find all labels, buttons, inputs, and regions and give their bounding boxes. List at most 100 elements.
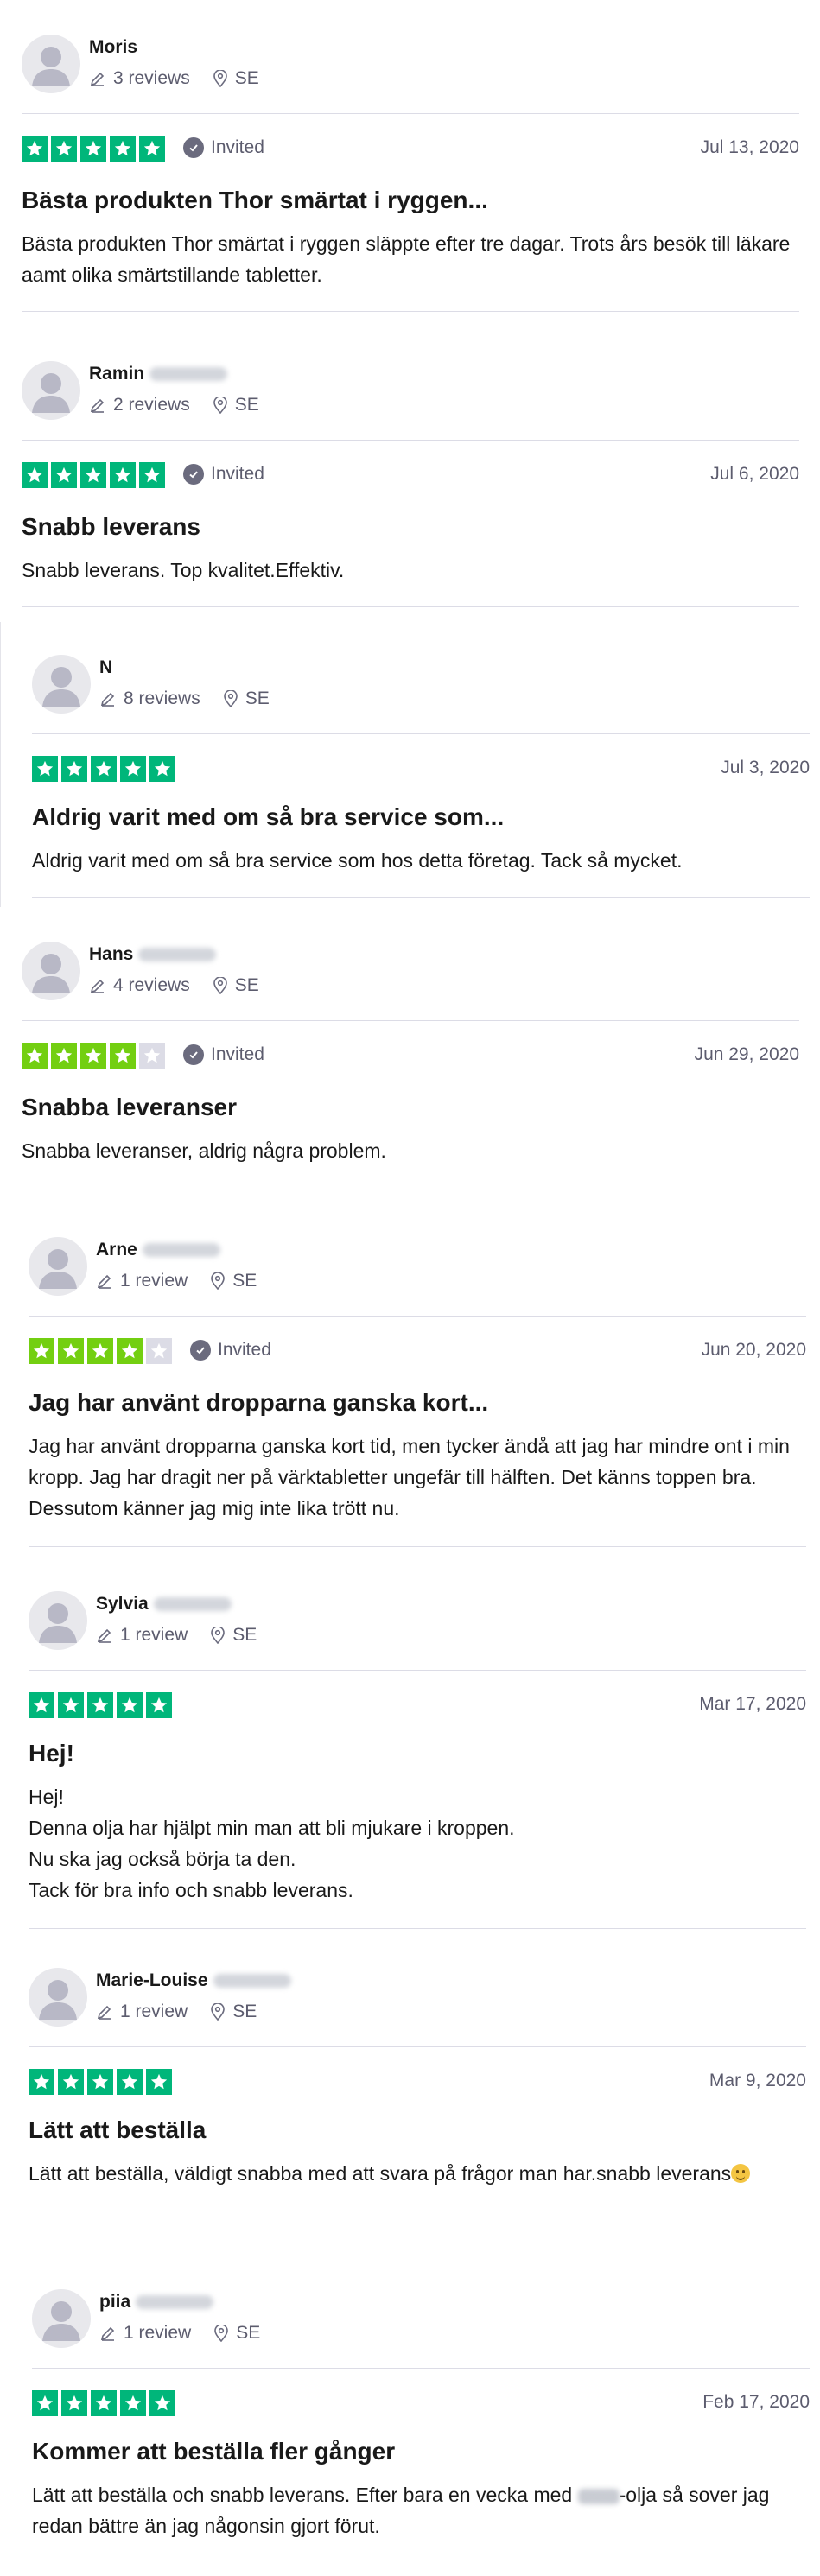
star-icon bbox=[87, 2069, 113, 2095]
blurred-surname bbox=[142, 1243, 220, 1257]
avatar bbox=[22, 361, 80, 420]
reviewer-name[interactable]: Hans bbox=[89, 944, 133, 965]
invited-badge[interactable]: Invited bbox=[190, 1340, 271, 1361]
avatar bbox=[29, 1237, 87, 1296]
country: SE bbox=[234, 395, 259, 415]
review-body: Snabba leveranser, aldrig några problem. bbox=[22, 1135, 799, 1166]
review-text: Snabba leveranser, aldrig några problem. bbox=[22, 1139, 386, 1162]
star-icon bbox=[117, 1692, 143, 1718]
star-icon bbox=[139, 136, 165, 162]
review-title[interactable]: Snabba leveranser bbox=[22, 1094, 237, 1121]
blurred-surname bbox=[213, 1974, 291, 1988]
review-count: 3 reviews bbox=[113, 68, 190, 88]
check-circle-icon bbox=[183, 137, 204, 158]
review-card: Moris 3 reviews SE Invited Jul 13, 2020 … bbox=[0, 17, 820, 312]
review-title[interactable]: Snabb leverans bbox=[22, 513, 200, 541]
invited-badge[interactable]: Invited bbox=[183, 464, 264, 485]
star-icon bbox=[51, 462, 77, 488]
star-icon bbox=[120, 2390, 146, 2416]
pencil-icon bbox=[89, 977, 106, 994]
reviewer-name[interactable]: piia bbox=[99, 2292, 130, 2313]
reviewer-name[interactable]: Moris bbox=[89, 37, 137, 58]
avatar bbox=[32, 655, 91, 714]
review-date: Jul 6, 2020 bbox=[710, 464, 799, 484]
country: SE bbox=[245, 688, 270, 708]
star-icon bbox=[91, 2390, 117, 2416]
invited-label: Invited bbox=[211, 464, 264, 484]
check-circle-icon bbox=[183, 464, 204, 485]
star-icon bbox=[149, 756, 175, 782]
review-date: Feb 17, 2020 bbox=[702, 2392, 810, 2412]
review-date: Jul 3, 2020 bbox=[721, 758, 810, 777]
avatar bbox=[22, 942, 80, 1000]
review-count: 1 review bbox=[124, 2323, 192, 2343]
smiley-emoji-icon bbox=[731, 2164, 751, 2183]
star-icon bbox=[117, 1338, 143, 1364]
star-icon bbox=[146, 2069, 172, 2095]
review-body: Lätt att beställa, väldigt snabba med at… bbox=[29, 2158, 789, 2189]
blurred-surname bbox=[136, 2295, 214, 2309]
divider bbox=[32, 733, 810, 734]
reviewer-name[interactable]: Sylvia bbox=[96, 1594, 149, 1615]
review-date: Jul 13, 2020 bbox=[700, 137, 799, 157]
review-title[interactable]: Kommer att beställa fler gånger bbox=[32, 2438, 395, 2465]
review-text-content: Lätt att beställa, väldigt snabba med at… bbox=[29, 2162, 732, 2185]
star-icon bbox=[120, 756, 146, 782]
review-date: Mar 9, 2020 bbox=[709, 2071, 806, 2091]
reviewer-name[interactable]: Arne bbox=[96, 1240, 137, 1260]
divider bbox=[29, 2046, 806, 2047]
review-text: Jag har använt dropparna ganska kort tid… bbox=[29, 1435, 790, 1520]
review-count: 8 reviews bbox=[124, 688, 200, 708]
country: SE bbox=[232, 1625, 257, 1645]
blurred-brand-name bbox=[577, 2488, 620, 2504]
star-icon bbox=[51, 1043, 77, 1069]
divider bbox=[29, 1670, 806, 1671]
star-rating bbox=[22, 1043, 165, 1069]
star-icon bbox=[80, 1043, 106, 1069]
review-title[interactable]: Jag har använt dropparna ganska kort... bbox=[29, 1389, 488, 1417]
divider bbox=[32, 2368, 810, 2369]
review-count: 1 review bbox=[120, 2002, 188, 2021]
star-icon bbox=[80, 136, 106, 162]
star-icon bbox=[149, 2390, 175, 2416]
star-icon bbox=[87, 1692, 113, 1718]
star-icon-empty bbox=[146, 1338, 172, 1364]
review-text: Aldrig varit med om så bra service som h… bbox=[32, 849, 683, 872]
location-pin-icon bbox=[210, 2003, 226, 2021]
star-icon bbox=[22, 136, 48, 162]
star-icon bbox=[117, 2069, 143, 2095]
location-pin-icon bbox=[213, 977, 228, 994]
star-rating bbox=[32, 2390, 175, 2416]
review-body: Aldrig varit med om så bra service som h… bbox=[32, 845, 810, 876]
blurred-surname bbox=[138, 948, 217, 961]
review-date: Jun 20, 2020 bbox=[701, 1340, 806, 1360]
reviewer-name[interactable]: Ramin bbox=[89, 364, 144, 384]
review-count: 1 review bbox=[120, 1271, 188, 1291]
review-title[interactable]: Lätt att beställa bbox=[29, 2116, 206, 2144]
review-text: Lätt att beställa och snabb leverans. Ef… bbox=[32, 2479, 792, 2541]
avatar bbox=[29, 1968, 87, 2027]
divider bbox=[22, 440, 799, 441]
reviewer-name[interactable]: N bbox=[99, 657, 112, 678]
country: SE bbox=[232, 1271, 257, 1291]
review-title[interactable]: Aldrig varit med om så bra service som..… bbox=[32, 803, 504, 831]
star-icon bbox=[110, 462, 136, 488]
review-count: 1 review bbox=[120, 1625, 188, 1645]
review-text-line: Nu ska jag också börja ta den. bbox=[29, 1848, 296, 1870]
review-title[interactable]: Hej! bbox=[29, 1740, 74, 1767]
star-icon bbox=[61, 2390, 87, 2416]
review-text-line: Hej! bbox=[29, 1786, 64, 1808]
review-count: 4 reviews bbox=[113, 975, 190, 995]
review-title[interactable]: Bästa produkten Thor smärtat i ryggen... bbox=[22, 187, 488, 214]
star-rating bbox=[22, 136, 165, 162]
location-pin-icon bbox=[213, 70, 228, 87]
review-date: Jun 29, 2020 bbox=[694, 1044, 799, 1064]
pencil-icon bbox=[89, 70, 106, 87]
invited-label: Invited bbox=[211, 137, 264, 157]
invited-badge[interactable]: Invited bbox=[183, 137, 264, 158]
blurred-surname bbox=[153, 1597, 232, 1611]
invited-label: Invited bbox=[211, 1044, 264, 1064]
reviewer-name[interactable]: Marie-Louise bbox=[96, 1970, 208, 1991]
pencil-icon bbox=[99, 2325, 117, 2342]
invited-badge[interactable]: Invited bbox=[183, 1044, 264, 1065]
